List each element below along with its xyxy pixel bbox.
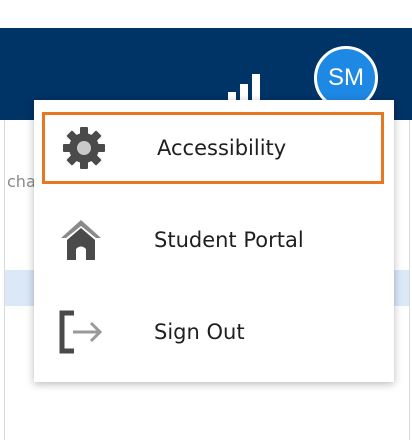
menu-item-label: Sign Out [154, 320, 245, 344]
menu-item-label: Student Portal [154, 228, 304, 252]
home-icon [56, 215, 106, 265]
menu-item-label: Accessibility [157, 136, 287, 160]
obscured-page-text: cha [7, 172, 36, 191]
menu-item-accessibility[interactable]: Accessibility [42, 112, 384, 184]
gear-icon [59, 123, 109, 173]
sign-out-icon [56, 307, 106, 357]
top-strip [0, 0, 412, 28]
avatar-initials: SM [328, 64, 364, 91]
menu-item-sign-out[interactable]: Sign Out [42, 296, 384, 368]
user-menu: Accessibility Student Portal Sign Out [34, 100, 394, 382]
menu-item-student-portal[interactable]: Student Portal [42, 204, 384, 276]
